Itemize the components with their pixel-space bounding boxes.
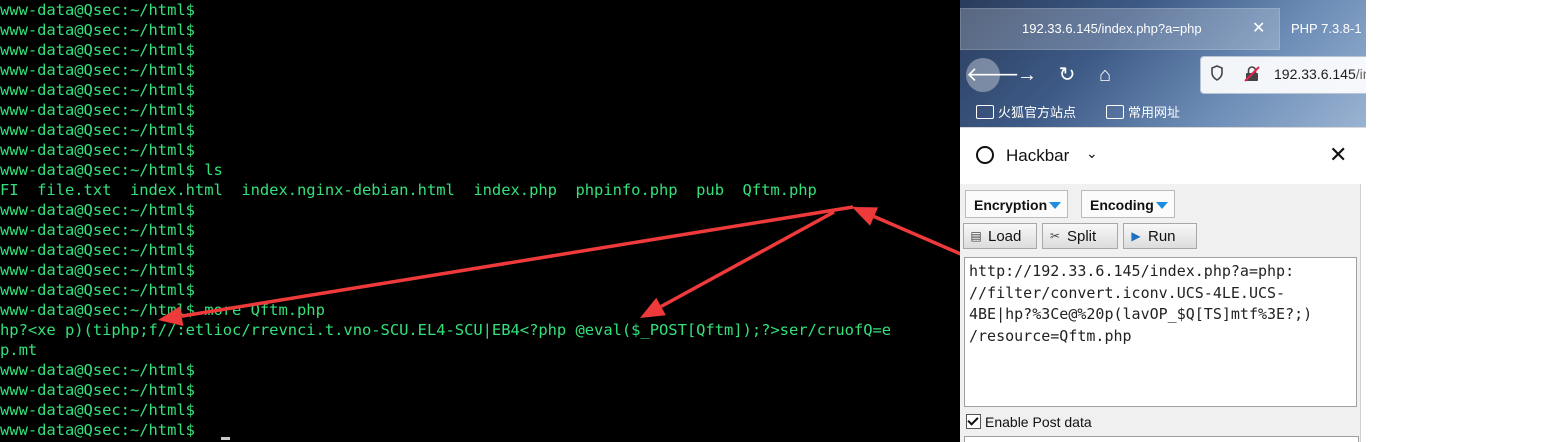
reload-icon[interactable]: ↻: [1052, 60, 1082, 90]
bookmark-label: 常用网址: [1128, 105, 1181, 120]
hackbar-body: Encryption Encoding ▤ Load ✂ Split ▶ Run ht…: [960, 184, 1361, 442]
bookmark-label: 火狐官方站点: [998, 105, 1077, 120]
terminal-line: www-data@Qsec:~/html$: [0, 401, 195, 419]
terminal-line: www-data@Qsec:~/html$: [0, 261, 195, 279]
run-icon: ▶: [1131, 229, 1141, 243]
terminal-line: www-data@Qsec:~/html$: [0, 81, 195, 99]
terminal-line: FI file.txt index.html index.nginx-debia…: [0, 181, 817, 199]
close-icon[interactable]: ✕: [1329, 142, 1347, 168]
run-button[interactable]: ▶ Run: [1123, 223, 1197, 249]
hackbar-title[interactable]: Hackbar: [1006, 146, 1069, 166]
url-path: /index.php?a=php://: [1355, 66, 1366, 82]
button-label: Load: [988, 228, 1022, 245]
chevron-down-icon[interactable]: ⌄: [1086, 145, 1098, 162]
terminal-line: www-data@Qsec:~/html$: [0, 381, 195, 399]
post-data-textarea[interactable]: [964, 436, 1359, 442]
hackbar-panel: Hackbar ⌄ ✕ Encryption Encoding ▤ Load ✂ S…: [960, 127, 1366, 442]
tab-label: 192.33.6.145/index.php?a=php://: [1022, 21, 1202, 36]
terminal-line: www-data@Qsec:~/html$: [0, 361, 195, 379]
tab-phpinfo[interactable]: PHP 7.3.8-1 - phpinfo(): [1280, 8, 1366, 50]
checkbox-icon[interactable]: [966, 414, 981, 429]
load-button[interactable]: ▤ Load: [963, 223, 1037, 249]
terminal-line: p.mt: [0, 341, 38, 359]
enable-post-checkbox[interactable]: Enable Post data: [966, 414, 1092, 430]
url-textarea[interactable]: http://192.33.6.145/index.php?a=php: //f…: [964, 257, 1357, 407]
enable-post-label: Enable Post data: [985, 414, 1092, 430]
firefox-icon: [976, 146, 994, 164]
split-button[interactable]: ✂ Split: [1042, 223, 1118, 249]
terminal-line: www-data@Qsec:~/html$: [0, 141, 195, 159]
button-label: Run: [1148, 228, 1176, 245]
close-icon[interactable]: ✕: [1252, 8, 1265, 50]
tab-index-php[interactable]: 192.33.6.145/index.php?a=php:// ✕: [960, 8, 1280, 50]
terminal-line: www-data@Qsec:~/html$: [0, 421, 195, 439]
browser-titlebar: 192.33.6.145/index.php?a=php:// ✕ PHP 7.…: [960, 0, 1366, 127]
terminal-line: www-data@Qsec:~/html$: [0, 121, 195, 139]
folder-icon: [976, 105, 994, 119]
split-icon: ✂: [1049, 229, 1061, 243]
chevron-down-icon: [1155, 202, 1168, 209]
encryption-menu[interactable]: Encryption: [965, 190, 1069, 218]
terminal-line: www-data@Qsec:~/html$ more Qftm.php: [0, 301, 325, 319]
terminal-line: www-data@Qsec:~/html$: [0, 201, 195, 219]
bookmark-firefox-official[interactable]: 火狐官方站点: [976, 102, 1076, 121]
hackbar-header: Hackbar ⌄ ✕: [960, 128, 1366, 184]
tab-label: PHP 7.3.8-1 - phpinfo(): [1291, 21, 1366, 36]
terminal-line: www-data@Qsec:~/html$: [0, 281, 195, 299]
terminal-line: www-data@Qsec:~/html$: [0, 21, 195, 39]
url-host: 192.33.6.145: [1274, 66, 1356, 82]
terminal-line: www-data@Qsec:~/html$: [0, 101, 195, 119]
menu-label: Encoding: [1090, 197, 1154, 213]
url-bar[interactable]: 192.33.6.145/index.php?a=php://: [1200, 56, 1366, 94]
shield-icon[interactable]: [1211, 65, 1223, 81]
home-icon[interactable]: ⌂: [1090, 60, 1120, 90]
terminal-line: www-data@Qsec:~/html$ ls: [0, 161, 223, 179]
menu-label: Encryption: [974, 197, 1048, 213]
terminal-line: hp?<xe p)(tiphp;f//:etlioc/rrevnci.t.vno…: [0, 321, 892, 339]
terminal-line: www-data@Qsec:~/html$: [0, 1, 195, 19]
forward-icon[interactable]: →: [1012, 60, 1042, 90]
encoding-menu[interactable]: Encoding: [1081, 190, 1175, 218]
folder-icon: [1106, 105, 1124, 119]
browser-window: 192.33.6.145/index.php?a=php:// ✕ PHP 7.…: [960, 0, 1366, 442]
button-label: Split: [1067, 228, 1097, 245]
terminal-line: www-data@Qsec:~/html$: [0, 41, 195, 59]
bookmarks-toolbar: 火狐官方站点 常用网址: [960, 98, 1366, 126]
terminal-cursor: [221, 437, 230, 440]
terminal-line: www-data@Qsec:~/html$: [0, 241, 195, 259]
terminal-line: www-data@Qsec:~/html$: [0, 221, 195, 239]
bookmark-common-sites[interactable]: 常用网址: [1106, 102, 1180, 121]
insecure-lock-icon[interactable]: [1243, 65, 1261, 83]
terminal-line: www-data@Qsec:~/html$: [0, 61, 195, 79]
load-icon: ▤: [970, 229, 982, 243]
url-text[interactable]: 192.33.6.145/index.php?a=php://: [1274, 66, 1366, 82]
chevron-down-icon: [1049, 202, 1062, 209]
back-icon[interactable]: 🡐: [966, 58, 1020, 92]
terminal-window[interactable]: www-data@Qsec:~/html$ www-data@Qsec:~/htm…: [0, 0, 960, 442]
